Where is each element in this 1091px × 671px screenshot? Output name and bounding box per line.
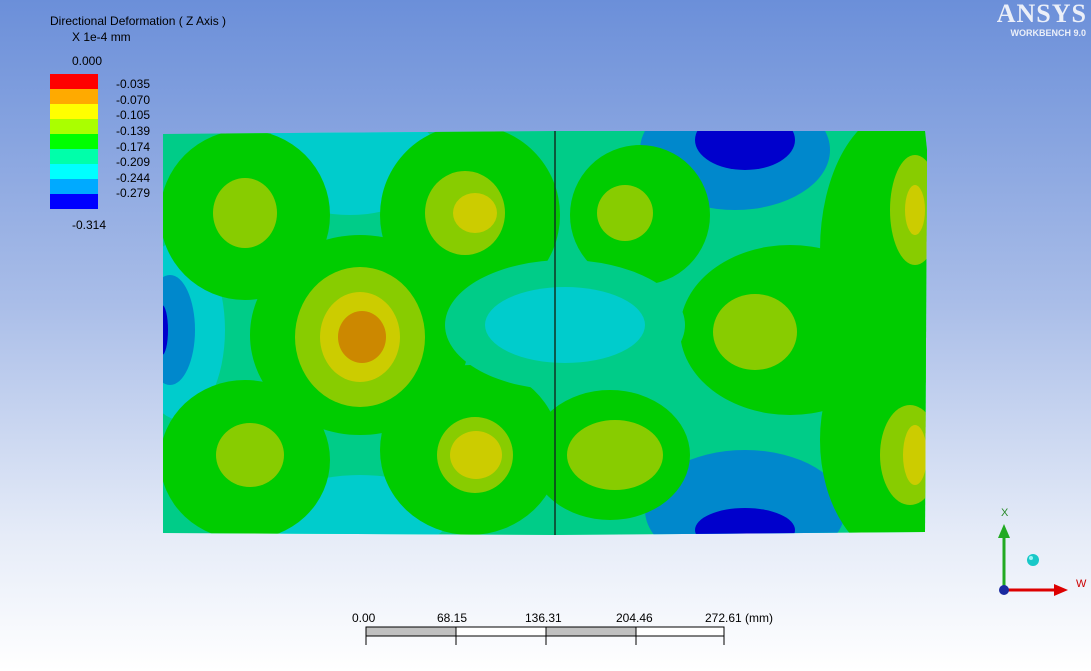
legend-min-label: -0.314 [72,218,107,232]
result-units: X 1e-4 mm [72,30,131,44]
color-legend: 0.000 -0.035 -0.070 -0.105 -0.139 -0.174… [50,54,170,234]
legend-label-4: -0.139 [116,124,151,138]
legend-swatch-6 [50,149,98,164]
legend-swatch-9 [50,194,98,209]
deformation-contour-plot[interactable] [160,130,930,542]
legend-label-7: -0.244 [116,171,151,185]
scale-bar: 0.00 68.15 136.31 204.46 272.61 (mm) [340,605,780,655]
legend-swatch-3 [50,104,98,119]
legend-label-8: -0.279 [116,186,151,200]
legend-swatch-1 [50,74,98,89]
legend-label-1: -0.035 [116,77,151,91]
legend-swatch-2 [50,89,98,104]
ansys-logo: ANSYS WORKBENCH 9.0 [997,0,1087,38]
legend-label-5: -0.174 [116,140,151,154]
legend-swatch-5 [50,134,98,149]
logo-product: WORKBENCH 9.0 [1010,28,1086,38]
legend-swatch-8 [50,179,98,194]
legend-swatch-7 [50,164,98,179]
legend-label-2: -0.070 [116,93,151,107]
result-title: Directional Deformation ( Z Axis ) [50,14,227,28]
legend-label-6: -0.209 [116,155,151,169]
triad-arrows-icon [998,524,1068,596]
scale-bar-graphic [365,626,725,645]
legend-label-3: -0.105 [116,108,151,122]
coordinate-triad[interactable]: X W [990,500,1090,610]
logo-brand: ANSYS [996,0,1087,28]
legend-swatch-4 [50,119,98,134]
legend-max-label: 0.000 [72,54,103,68]
